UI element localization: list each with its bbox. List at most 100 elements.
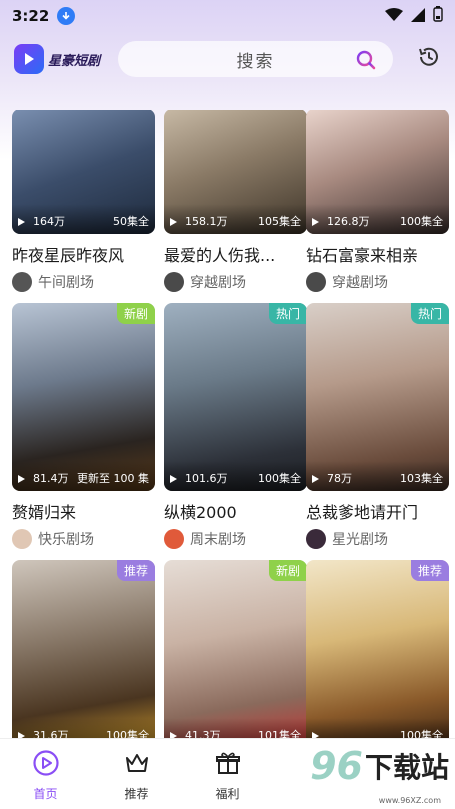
tag-badge: 热门 — [268, 303, 307, 324]
drama-card[interactable]: 热门 101.6万 100集全 纵横2000 周末剧场 — [164, 303, 307, 549]
drama-title[interactable]: 钻石富豪来相亲 — [306, 242, 449, 266]
search-input[interactable]: 搜索 — [118, 41, 393, 77]
drama-title[interactable]: 昨夜星辰昨夜风 — [12, 242, 155, 266]
drama-cover[interactable]: 热门 78万 103集全 — [306, 303, 449, 491]
download-icon — [57, 7, 76, 25]
drama-card[interactable]: 164万 50集全 昨夜星辰昨夜风 午间剧场 — [12, 110, 155, 292]
tab-welfare-label: 福利 — [215, 787, 240, 801]
play-count: 31.6万 — [33, 729, 69, 738]
source-name: 星光剧场 — [332, 532, 388, 548]
play-count: 41.3万 — [185, 729, 221, 738]
drama-source: 周末剧场 — [164, 529, 307, 549]
watermark-text: 下载站 — [364, 751, 449, 784]
episode-count: 100集全 — [400, 215, 443, 228]
watermark: 96 下载站 www.96XZ.com — [310, 744, 449, 805]
search-icon[interactable] — [355, 49, 377, 75]
source-avatar — [164, 272, 184, 292]
source-avatar — [12, 272, 32, 292]
drama-title[interactable]: 纵横2000 — [164, 499, 307, 523]
drama-card[interactable]: 新剧 81.4万 更新至 100 集 赘婿归来 快乐剧场 — [12, 303, 155, 549]
drama-cover[interactable]: 158.1万 105集全 — [164, 110, 307, 234]
play-count: 78万 — [327, 472, 352, 485]
play-icon — [18, 475, 25, 483]
drama-cover[interactable]: 推荐 100集全 — [306, 560, 449, 738]
episode-count: 100集全 — [258, 472, 301, 485]
battery-icon — [433, 6, 443, 26]
source-name: 周末剧场 — [190, 532, 246, 548]
cover-meta: 126.8万 100集全 — [306, 204, 449, 234]
source-avatar — [306, 529, 326, 549]
app-logo: 星豪短剧 — [14, 44, 114, 74]
drama-source: 星光剧场 — [306, 529, 449, 549]
drama-source: 穿越剧场 — [306, 272, 449, 292]
drama-cover[interactable]: 新剧 41.3万 101集全 — [164, 560, 307, 738]
drama-title[interactable]: 总裁爹地请开门 — [306, 499, 449, 523]
wifi-icon — [385, 7, 403, 26]
play-count: 81.4万 — [33, 472, 69, 485]
cover-meta: 41.3万 101集全 — [164, 718, 307, 738]
tag-badge: 推荐 — [410, 560, 449, 581]
source-name: 穿越剧场 — [190, 275, 246, 291]
tab-home[interactable]: 首页 — [0, 739, 91, 809]
gift-icon — [214, 749, 242, 781]
play-count: 158.1万 — [185, 215, 228, 228]
search-placeholder: 搜索 — [236, 51, 275, 72]
drama-card[interactable]: 推荐 100集全 — [306, 560, 449, 738]
drama-grid: 164万 50集全 昨夜星辰昨夜风 午间剧场 158.1万 105集全 最爱的人… — [0, 110, 455, 738]
play-count: 126.8万 — [327, 215, 370, 228]
app-header: 星豪短剧 搜索 — [0, 38, 455, 80]
play-icon — [170, 475, 177, 483]
episode-count: 50集全 — [113, 215, 149, 228]
signal-icon — [411, 7, 425, 26]
source-name: 快乐剧场 — [38, 532, 94, 548]
drama-card[interactable]: 126.8万 100集全 钻石富豪来相亲 穿越剧场 — [306, 110, 449, 292]
drama-cover[interactable]: 热门 101.6万 100集全 — [164, 303, 307, 491]
crown-icon — [123, 749, 151, 781]
status-bar: 3:22 — [0, 0, 455, 32]
episode-count: 更新至 100 集 — [77, 472, 149, 485]
drama-card[interactable]: 新剧 41.3万 101集全 — [164, 560, 307, 738]
cover-meta: 81.4万 更新至 100 集 — [12, 461, 155, 491]
tag-badge: 热门 — [410, 303, 449, 324]
drama-cover[interactable]: 164万 50集全 — [12, 110, 155, 234]
cover-meta: 78万 103集全 — [306, 461, 449, 491]
drama-source: 午间剧场 — [12, 272, 155, 292]
play-icon — [18, 218, 25, 226]
drama-title[interactable]: 赘婿归来 — [12, 499, 155, 523]
logo-text: 星豪短剧 — [48, 53, 101, 69]
status-time: 3:22 — [12, 7, 50, 25]
source-name: 穿越剧场 — [332, 275, 388, 291]
cover-meta: 31.6万 100集全 — [12, 718, 155, 738]
cover-meta: 164万 50集全 — [12, 204, 155, 234]
drama-card[interactable]: 热门 78万 103集全 总裁爹地请开门 星光剧场 — [306, 303, 449, 549]
drama-title[interactable]: 最爱的人伤我... — [164, 242, 307, 266]
tab-recommend[interactable]: 推荐 — [91, 739, 182, 809]
tab-welfare[interactable]: 福利 — [182, 739, 273, 809]
play-count: 101.6万 — [185, 472, 228, 485]
drama-card[interactable]: 推荐 31.6万 100集全 — [12, 560, 155, 738]
play-count: 164万 — [33, 215, 65, 228]
play-icon — [170, 218, 177, 226]
logo-play-icon — [14, 44, 44, 74]
tab-home-label: 首页 — [33, 787, 58, 801]
watermark-number: 96 — [310, 744, 363, 788]
drama-cover[interactable]: 新剧 81.4万 更新至 100 集 — [12, 303, 155, 491]
play-icon — [312, 475, 319, 483]
tag-badge: 推荐 — [116, 560, 155, 581]
tag-badge: 新剧 — [268, 560, 307, 581]
episode-count: 100集全 — [400, 729, 443, 738]
episode-count: 105集全 — [258, 215, 301, 228]
source-name: 午间剧场 — [38, 275, 94, 291]
drama-cover[interactable]: 126.8万 100集全 — [306, 110, 449, 234]
drama-cover[interactable]: 推荐 31.6万 100集全 — [12, 560, 155, 738]
history-icon[interactable] — [417, 45, 441, 73]
watermark-url: www.96XZ.com — [378, 796, 441, 805]
cover-meta: 101.6万 100集全 — [164, 461, 307, 491]
episode-count: 101集全 — [258, 729, 301, 738]
source-avatar — [306, 272, 326, 292]
play-circle-icon — [32, 749, 60, 781]
episode-count: 103集全 — [400, 472, 443, 485]
episode-count: 100集全 — [106, 729, 149, 738]
cover-meta: 158.1万 105集全 — [164, 204, 307, 234]
drama-card[interactable]: 158.1万 105集全 最爱的人伤我... 穿越剧场 — [164, 110, 307, 292]
